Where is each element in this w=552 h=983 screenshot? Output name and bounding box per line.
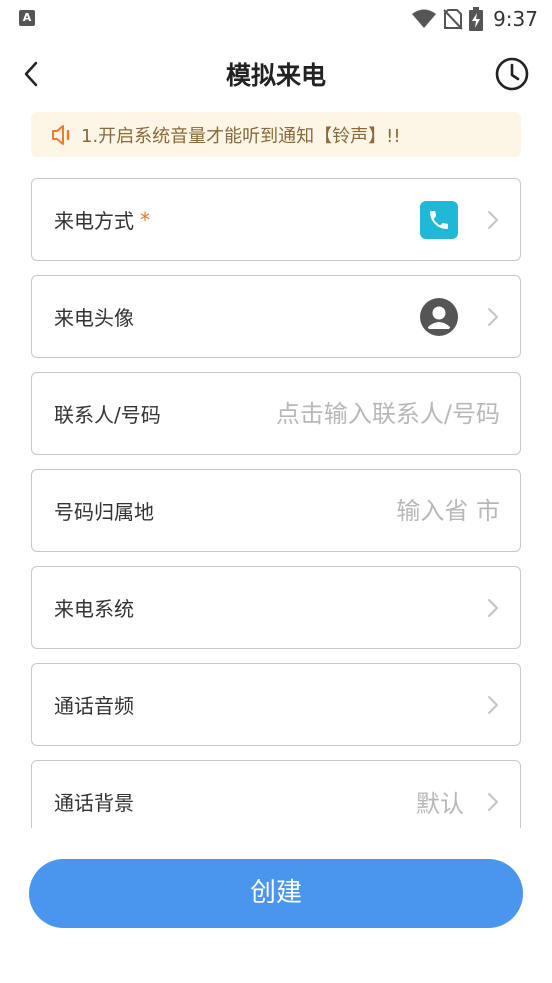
history-button[interactable] [494,56,530,92]
speaker-icon [52,124,70,145]
chevron-right-icon [488,695,498,714]
call-method-row[interactable]: 来电方式 * [31,178,521,261]
call-background-label: 通话背景 [54,791,134,815]
battery-charging-icon [469,7,484,31]
chevron-right-icon [488,307,498,326]
call-method-label: 来电方式 [54,209,134,233]
call-background-value: 默认 [416,790,464,818]
contact-label: 联系人/号码 [54,403,161,427]
status-time: 9:37 [493,7,538,31]
clock-icon [495,57,529,91]
page-title: 模拟来电 [225,61,326,90]
user-avatar-icon [420,297,458,336]
nav-bar: 模拟来电 [0,44,552,104]
contact-input[interactable] [230,399,500,428]
app-notification-icon: A [19,10,35,26]
volume-notice-banner: 1.开启系统音量才能听到通知【铃声】!! [31,112,521,157]
wifi-icon [412,9,437,28]
required-marker: * [140,207,150,232]
create-button[interactable]: 创建 [29,859,523,928]
no-sim-icon [443,9,463,30]
location-input[interactable] [230,496,500,525]
chevron-right-icon [488,210,498,229]
call-avatar-label: 来电头像 [54,306,134,330]
call-settings-form: 来电方式 * 来电头像 联系人/号码 点击输入联系人/号码 号码归属地 输入省 … [31,178,521,828]
call-audio-row[interactable]: 通话音频 [31,663,521,746]
contact-row[interactable]: 联系人/号码 [31,372,521,455]
call-audio-label: 通话音频 [54,694,134,718]
call-system-label: 来电系统 [54,597,134,621]
notice-text: 1.开启系统音量才能听到通知【铃声】!! [81,125,401,147]
chevron-right-icon [488,792,498,811]
phone-icon [420,200,458,239]
location-row[interactable]: 号码归属地 [31,469,521,552]
call-avatar-row[interactable]: 来电头像 [31,275,521,358]
location-label: 号码归属地 [54,500,154,524]
chevron-right-icon [488,598,498,617]
status-icons: 9:37 [411,6,538,32]
call-background-row[interactable]: 通话背景 默认 [31,760,521,828]
call-system-row[interactable]: 来电系统 [31,566,521,649]
status-bar: A 9:37 [0,0,552,38]
